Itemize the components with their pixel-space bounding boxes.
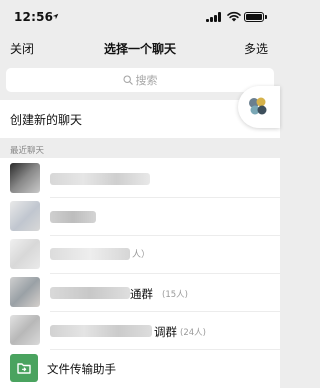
- chat-name-redacted: [50, 287, 130, 299]
- chat-name-redacted: [50, 325, 152, 337]
- create-new-chat-label: 创建新的聊天: [10, 113, 83, 127]
- battery-icon: [244, 12, 264, 22]
- member-count: (24人): [180, 328, 206, 338]
- floating-app-icon: [249, 97, 267, 115]
- file-transfer-avatar: [10, 354, 38, 382]
- status-bar: 12:56: [0, 0, 280, 34]
- status-icons: [206, 11, 268, 22]
- chat-name-partial: 调群: [154, 325, 177, 339]
- chat-name-partial: 人）: [132, 250, 151, 260]
- search-input[interactable]: 搜索: [6, 68, 274, 92]
- status-time: 12:56: [14, 10, 54, 24]
- wifi-icon: [227, 11, 241, 22]
- file-transfer-helper-label[interactable]: 文件传输助手: [47, 361, 116, 377]
- floating-window-bubble[interactable]: [238, 86, 280, 128]
- cellular-signal-icon: [206, 12, 224, 22]
- chat-name-redacted: [50, 211, 96, 223]
- list-item[interactable]: 人）: [0, 236, 280, 274]
- folder-icon: [17, 363, 31, 374]
- chat-name-partial: 通群: [130, 287, 153, 301]
- avatar: [10, 277, 40, 307]
- avatar: [10, 315, 40, 345]
- recent-chats-header: 最近聊天: [10, 146, 45, 156]
- list-item[interactable]: 通群 (15人): [0, 274, 280, 312]
- location-arrow-icon: [52, 13, 59, 20]
- avatar: [10, 163, 40, 193]
- list-item[interactable]: [0, 160, 280, 198]
- chat-name-redacted: [50, 173, 150, 185]
- avatar: [10, 239, 40, 269]
- avatar: [10, 201, 40, 231]
- page-title: 选择一个聊天: [103, 42, 176, 56]
- member-count: (15人): [162, 290, 188, 300]
- search-icon: [122, 75, 133, 85]
- search-placeholder: 搜索: [135, 74, 158, 87]
- list-item[interactable]: 调群 (24人): [0, 312, 280, 350]
- recent-chat-list: 人） 通群 (15人) 调群 (24人) 文件传输助手: [0, 158, 280, 388]
- list-item[interactable]: [0, 198, 280, 236]
- chat-name-redacted: [50, 248, 130, 260]
- multi-select-button[interactable]: 多选: [244, 40, 268, 57]
